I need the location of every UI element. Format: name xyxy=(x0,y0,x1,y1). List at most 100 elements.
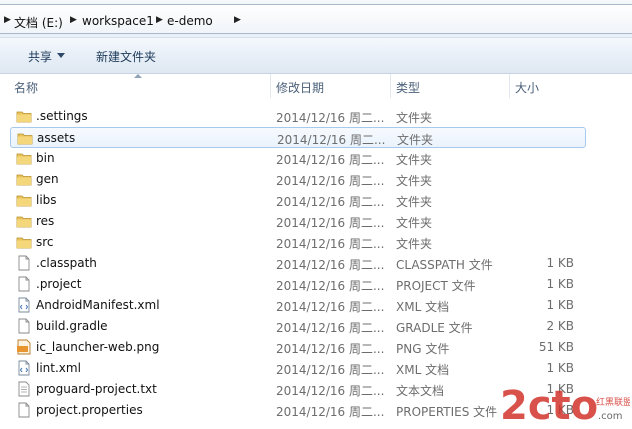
share-button[interactable]: 共享 xyxy=(28,48,52,65)
file-row[interactable]: gen 2014/12/16 周二... 文件夹 xyxy=(10,169,586,190)
file-modified-date: 2014/12/16 周二... xyxy=(276,237,385,251)
file-modified-date: 2014/12/16 周二... xyxy=(276,174,385,188)
file-type: PROPERTIES 文件 xyxy=(396,405,498,419)
chevron-right-icon[interactable]: ▶ xyxy=(156,15,163,25)
chevron-right-icon[interactable]: ▶ xyxy=(234,15,241,25)
file-modified-date: 2014/12/16 周二... xyxy=(276,405,385,419)
column-header-date[interactable]: 修改日期 xyxy=(276,79,324,96)
file-icon xyxy=(16,318,32,334)
file-type: 文件夹 xyxy=(396,153,433,167)
file-row[interactable]: res 2014/12/16 周二... 文件夹 xyxy=(10,211,586,232)
file-type: CLASSPATH 文件 xyxy=(396,258,493,272)
watermark-logo: 2cto 红黑联盟 .com xyxy=(500,383,630,427)
file-row[interactable]: build.gradle 2014/12/16 周二... GRADLE 文件 2 K… xyxy=(10,316,586,337)
file-name: libs xyxy=(36,193,57,207)
file-name: .settings xyxy=(36,109,88,123)
text-file-icon xyxy=(16,381,32,397)
file-modified-date: 2014/12/16 周二... xyxy=(276,195,385,209)
column-header-row: 名称 修改日期 类型 大小 xyxy=(0,74,632,98)
file-icon xyxy=(16,402,32,418)
file-type: PNG 文件 xyxy=(396,342,450,356)
file-type: XML 文档 xyxy=(396,300,450,314)
file-row[interactable]: .project 2014/12/16 周二... PROJECT 文件 1 KB xyxy=(10,274,586,295)
file-modified-date: 2014/12/16 周二... xyxy=(276,216,385,230)
file-type: 文件夹 xyxy=(396,174,433,188)
breadcrumb-workspace[interactable]: workspace1 xyxy=(82,14,154,28)
file-name: res xyxy=(36,214,55,228)
new-folder-button[interactable]: 新建文件夹 xyxy=(96,48,156,65)
breadcrumb-drive[interactable]: 文档 (E:) xyxy=(14,14,63,31)
file-modified-date: 2014/12/16 周二... xyxy=(276,363,385,377)
file-size: 1 KB xyxy=(546,277,574,291)
file-type: GRADLE 文件 xyxy=(396,321,473,335)
breadcrumb-project[interactable]: e-demo xyxy=(167,14,213,28)
file-row[interactable]: .settings 2014/12/16 周二... 文件夹 xyxy=(10,106,586,127)
column-divider[interactable] xyxy=(509,74,510,98)
file-size: 1 KB xyxy=(546,361,574,375)
watermark-subtitle: 红黑联盟 xyxy=(596,396,630,408)
file-row[interactable]: bin 2014/12/16 周二... 文件夹 xyxy=(10,148,586,169)
folder-icon xyxy=(17,130,33,146)
folder-icon xyxy=(16,150,32,166)
file-type: 文本文档 xyxy=(396,384,445,398)
folder-icon xyxy=(16,108,32,124)
folder-icon xyxy=(16,234,32,250)
file-name: gen xyxy=(36,172,59,186)
chevron-right-icon[interactable]: ▶ xyxy=(4,15,11,25)
file-size: 2 KB xyxy=(546,319,574,333)
breadcrumb[interactable]: ▶ 文档 (E:) ▶ workspace1 ▶ e-demo ▶ xyxy=(0,4,632,34)
file-name: ic_launcher-web.png xyxy=(36,340,160,354)
column-header-type[interactable]: 类型 xyxy=(396,79,420,96)
file-modified-date: 2014/12/16 周二... xyxy=(276,111,385,125)
column-header-name[interactable]: 名称 xyxy=(14,79,38,96)
file-icon xyxy=(16,255,32,271)
folder-icon xyxy=(16,213,32,229)
file-name: project.properties xyxy=(36,403,143,417)
xml-file-icon xyxy=(16,360,32,376)
file-name: .classpath xyxy=(36,256,97,270)
file-modified-date: 2014/12/16 周二... xyxy=(276,321,385,335)
file-row[interactable]: libs 2014/12/16 周二... 文件夹 xyxy=(10,190,586,211)
file-type: 文件夹 xyxy=(396,195,433,209)
sort-ascending-icon xyxy=(134,74,142,78)
file-name: lint.xml xyxy=(36,361,81,375)
chevron-right-icon[interactable]: ▶ xyxy=(70,15,77,25)
file-name: assets xyxy=(37,131,76,145)
file-name: build.gradle xyxy=(36,319,108,333)
file-row[interactable]: assets 2014/12/16 周二... 文件夹 xyxy=(10,127,586,148)
file-type: PROJECT 文件 xyxy=(396,279,476,293)
file-size: 1 KB xyxy=(546,256,574,270)
png-file-icon xyxy=(16,339,32,355)
file-name: src xyxy=(36,235,54,249)
file-type: 文件夹 xyxy=(396,237,433,251)
file-icon xyxy=(16,276,32,292)
file-modified-date: 2014/12/16 周二... xyxy=(276,153,385,167)
file-name: .project xyxy=(36,277,82,291)
file-modified-date: 2014/12/16 周二... xyxy=(276,300,385,314)
file-size: 51 KB xyxy=(538,340,574,354)
file-type: 文件夹 xyxy=(396,111,433,125)
file-row[interactable]: src 2014/12/16 周二... 文件夹 xyxy=(10,232,586,253)
file-row[interactable]: lint.xml 2014/12/16 周二... XML 文档 1 KB xyxy=(10,358,586,379)
file-modified-date: 2014/12/16 周二... xyxy=(276,342,385,356)
file-size: 1 KB xyxy=(546,298,574,312)
file-modified-date: 2014/12/16 周二... xyxy=(276,258,385,272)
file-modified-date: 2014/12/16 周二... xyxy=(276,279,385,293)
folder-icon xyxy=(16,192,32,208)
file-modified-date: 2014/12/16 周二... xyxy=(277,133,386,147)
file-type: XML 文档 xyxy=(396,363,450,377)
watermark-logo-text: 2cto xyxy=(500,383,598,427)
column-divider[interactable] xyxy=(390,74,391,98)
chevron-down-icon[interactable] xyxy=(57,53,65,58)
xml-file-icon xyxy=(16,297,32,313)
column-divider[interactable] xyxy=(270,74,271,98)
folder-icon xyxy=(16,171,32,187)
file-name: bin xyxy=(36,151,55,165)
file-row[interactable]: AndroidManifest.xml 2014/12/16 周二... XML 文… xyxy=(10,295,586,316)
watermark-url: .com xyxy=(598,411,623,422)
column-header-size[interactable]: 大小 xyxy=(515,79,539,96)
file-row[interactable]: .classpath 2014/12/16 周二... CLASSPATH 文件 1 … xyxy=(10,253,586,274)
file-modified-date: 2014/12/16 周二... xyxy=(276,384,385,398)
address-bar: ▶ 文档 (E:) ▶ workspace1 ▶ e-demo ▶ xyxy=(0,0,632,38)
file-row[interactable]: ic_launcher-web.png 2014/12/16 周二... PNG 文… xyxy=(10,337,586,358)
